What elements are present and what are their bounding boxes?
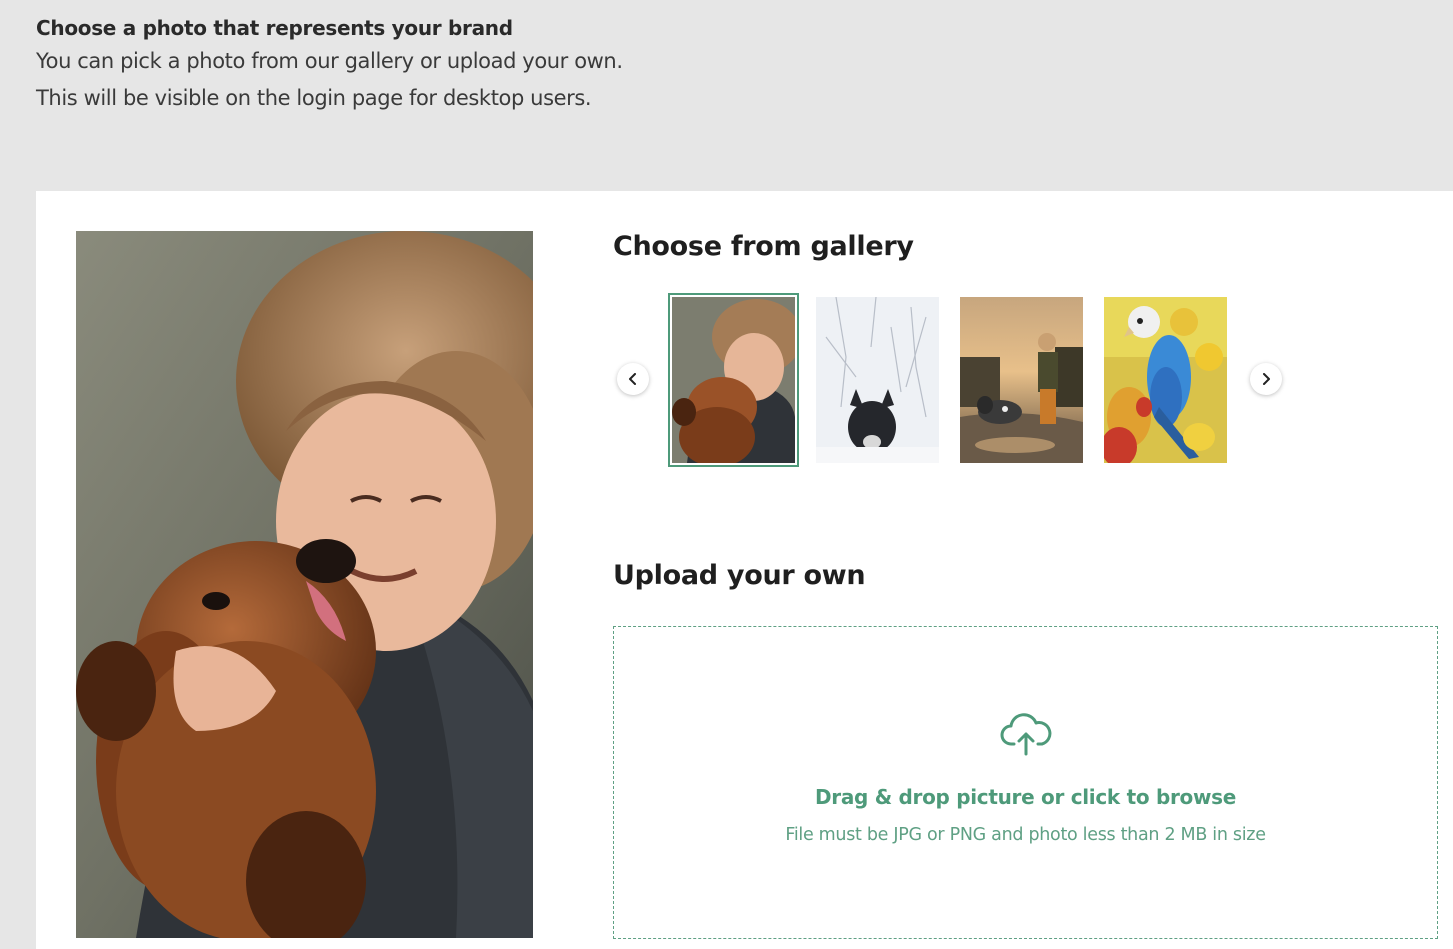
cloud-upload-icon (1000, 713, 1052, 756)
upload-section-title: Upload your own (613, 560, 866, 591)
brand-photo-card: Choose from gallery Upload your own Drag… (36, 191, 1453, 949)
selected-photo-preview (76, 231, 533, 938)
gallery-section-title: Choose from gallery (613, 231, 914, 262)
gallery-prev-button[interactable] (617, 363, 649, 395)
intro-section: Choose a photo that represents your bran… (36, 13, 623, 117)
upload-dropzone[interactable]: Drag & drop picture or click to browse F… (613, 626, 1438, 939)
page: Choose a photo that represents your bran… (0, 0, 1453, 949)
chevron-left-icon (629, 373, 636, 385)
parrots-thumbnail (1104, 297, 1227, 463)
intro-description-line-2: This will be visible on the login page f… (36, 86, 592, 110)
gallery-thumbnail[interactable] (816, 297, 939, 463)
gallery-thumbnail-selected[interactable] (668, 293, 799, 467)
dropzone-main-text: Drag & drop picture or click to browse (814, 785, 1237, 809)
gallery-thumbnail[interactable] (960, 297, 1083, 463)
dropzone-file-requirements: File must be JPG or PNG and photo less t… (785, 825, 1266, 845)
intro-description-line-1: You can pick a photo from our gallery or… (36, 49, 623, 73)
woman-with-dog-thumbnail (672, 297, 795, 463)
chevron-right-icon (1263, 373, 1270, 385)
gallery-next-button[interactable] (1250, 363, 1282, 395)
woman-with-dog-photo (76, 231, 533, 938)
dog-in-snow-thumbnail (816, 297, 939, 463)
gallery-thumbnail[interactable] (1104, 297, 1227, 463)
intro-title: Choose a photo that represents your bran… (36, 16, 513, 40)
child-with-dog-thumbnail (960, 297, 1083, 463)
